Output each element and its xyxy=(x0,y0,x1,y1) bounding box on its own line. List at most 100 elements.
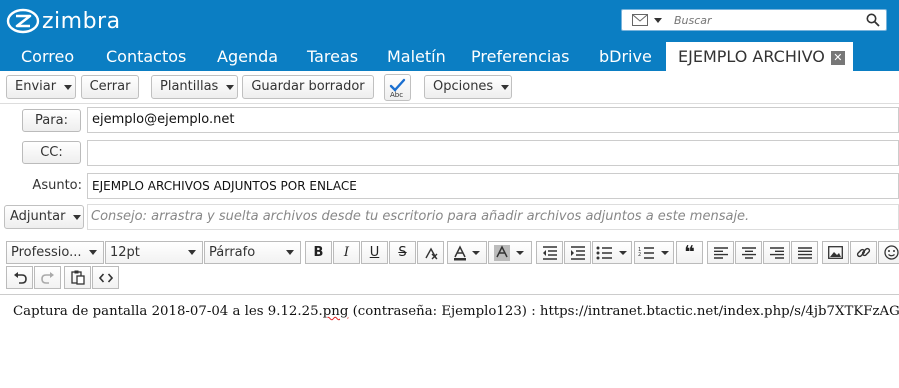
font-family-chevron-down-icon xyxy=(89,250,97,255)
body-text-part-2: (contraseña: Ejemplo123) : https://intra… xyxy=(348,304,899,319)
send-label: Enviar xyxy=(15,79,57,94)
cc-button[interactable]: CC: xyxy=(22,141,81,164)
svg-text:2: 2 xyxy=(638,252,641,258)
close-button[interactable]: Cerrar xyxy=(81,75,139,99)
top-bar: zimbra xyxy=(0,0,899,42)
paste-button[interactable] xyxy=(64,266,91,289)
bullet-list-icon xyxy=(596,246,627,259)
message-body-text: Captura de pantalla 2018-07-04 a les 9.1… xyxy=(13,304,899,319)
tab-tareas[interactable]: Tareas xyxy=(307,42,358,71)
paragraph-value: Párrafo xyxy=(209,245,256,260)
cc-field[interactable] xyxy=(87,140,899,166)
format-toolbar: Professio... 12pt Párrafo B I U S 1 2 ❝ xyxy=(0,238,899,294)
save-draft-label: Guardar borrador xyxy=(251,79,365,94)
tab-bdrive[interactable]: bDrive xyxy=(599,42,652,71)
justify-icon xyxy=(797,246,812,259)
subject-label: Asunto: xyxy=(32,178,82,193)
outdent-button[interactable] xyxy=(536,241,563,264)
underline-button[interactable]: U xyxy=(361,241,388,264)
redo-icon xyxy=(40,271,54,284)
subject-field[interactable]: EJEMPLO ARCHIVOS ADJUNTOS POR ENLACE xyxy=(87,173,899,199)
font-size-value: 12pt xyxy=(110,245,140,260)
send-button[interactable]: Enviar xyxy=(6,75,76,99)
close-label: Cerrar xyxy=(89,79,131,94)
search-icon[interactable] xyxy=(866,13,880,27)
message-body-editor[interactable]: Captura de pantalla 2018-07-04 a les 9.1… xyxy=(0,294,899,388)
search-input[interactable] xyxy=(674,13,864,27)
font-family-value: Professio... xyxy=(11,245,82,260)
emoji-icon xyxy=(884,245,899,260)
paste-icon xyxy=(70,270,85,285)
align-center-button[interactable] xyxy=(735,241,762,264)
misspelled-word[interactable]: png xyxy=(323,304,349,319)
templates-chevron-down-icon[interactable] xyxy=(226,84,235,90)
zimbra-logo[interactable]: zimbra xyxy=(6,6,121,36)
link-icon xyxy=(856,247,871,258)
options-chevron-down-icon[interactable] xyxy=(501,84,510,90)
insert-image-button[interactable] xyxy=(822,241,849,264)
align-left-icon xyxy=(713,246,728,259)
tab-preferencias[interactable]: Preferencias xyxy=(471,42,570,71)
send-chevron-down-icon[interactable] xyxy=(64,84,73,90)
align-left-button[interactable] xyxy=(707,241,734,264)
blockquote-button[interactable]: ❝ xyxy=(676,241,703,264)
redo-button[interactable] xyxy=(34,266,61,289)
indent-button[interactable] xyxy=(564,241,591,264)
zimbra-logo-icon xyxy=(6,8,40,34)
tab-correo[interactable]: Correo xyxy=(21,42,74,71)
numbered-list-button[interactable]: 1 2 xyxy=(634,241,674,264)
tab-contactos[interactable]: Contactos xyxy=(106,42,186,71)
spellcheck-abc-icon: Abc xyxy=(389,78,405,99)
attach-button[interactable]: Adjuntar xyxy=(4,205,84,229)
font-size-chevron-down-icon xyxy=(188,250,196,255)
paragraph-select[interactable]: Párrafo xyxy=(204,241,301,264)
svg-text:Abc: Abc xyxy=(390,91,403,99)
mail-icon[interactable] xyxy=(632,14,648,26)
attach-chevron-down-icon[interactable] xyxy=(73,214,82,220)
outdent-icon xyxy=(542,245,557,260)
font-family-select[interactable]: Professio... xyxy=(6,241,104,264)
spellcheck-button[interactable]: Abc xyxy=(384,74,411,101)
templates-label: Plantillas xyxy=(160,79,219,94)
compose-toolbar: Enviar Cerrar Plantillas Guardar borrado… xyxy=(0,71,899,104)
numbered-list-icon: 1 2 xyxy=(638,247,669,259)
image-icon xyxy=(828,246,843,259)
tab-maletin[interactable]: Maletín xyxy=(387,42,446,71)
logo-text: zimbra xyxy=(42,8,121,34)
templates-button[interactable]: Plantillas xyxy=(151,75,238,99)
search-bar xyxy=(621,9,887,31)
align-right-button[interactable] xyxy=(763,241,790,264)
bullet-list-button[interactable] xyxy=(592,241,632,264)
tab-agenda[interactable]: Agenda xyxy=(217,42,278,71)
attachment-drop-zone[interactable]: Consejo: arrastra y suelta archivos desd… xyxy=(87,204,899,230)
tab-compose-active[interactable]: EJEMPLO ARCHIVO ✕ xyxy=(666,42,853,71)
highlight-color-button[interactable] xyxy=(488,241,532,264)
italic-button[interactable]: I xyxy=(333,241,360,264)
blockquote-icon: ❝ xyxy=(684,242,695,263)
body-text-part-1: Captura de pantalla 2018-07-04 a les 9.1… xyxy=(13,304,323,319)
source-code-button[interactable] xyxy=(92,266,119,289)
source-code-icon xyxy=(98,272,113,283)
emoji-button[interactable] xyxy=(878,241,899,264)
to-field[interactable]: ejemplo@ejemplo.net xyxy=(87,107,899,133)
text-color-button[interactable] xyxy=(447,241,487,264)
align-right-icon xyxy=(769,246,784,259)
justify-button[interactable] xyxy=(791,241,818,264)
undo-button[interactable] xyxy=(6,266,33,289)
search-type-chevron-down-icon[interactable] xyxy=(654,17,662,23)
clear-format-button[interactable] xyxy=(417,241,444,264)
bold-button[interactable]: B xyxy=(305,241,332,264)
close-tab-icon[interactable]: ✕ xyxy=(830,51,845,65)
strikethrough-button[interactable]: S xyxy=(389,241,416,264)
align-center-icon xyxy=(741,246,756,259)
indent-icon xyxy=(570,245,585,260)
save-draft-button[interactable]: Guardar borrador xyxy=(242,75,374,99)
text-color-icon xyxy=(454,244,480,260)
font-size-select[interactable]: 12pt xyxy=(105,241,203,264)
tab-compose-label: EJEMPLO ARCHIVO xyxy=(678,47,825,66)
paragraph-chevron-down-icon xyxy=(286,250,294,255)
to-button[interactable]: Para: xyxy=(22,109,81,132)
options-button[interactable]: Opciones xyxy=(424,75,512,99)
insert-link-button[interactable] xyxy=(850,241,877,264)
clear-format-icon xyxy=(424,247,437,259)
